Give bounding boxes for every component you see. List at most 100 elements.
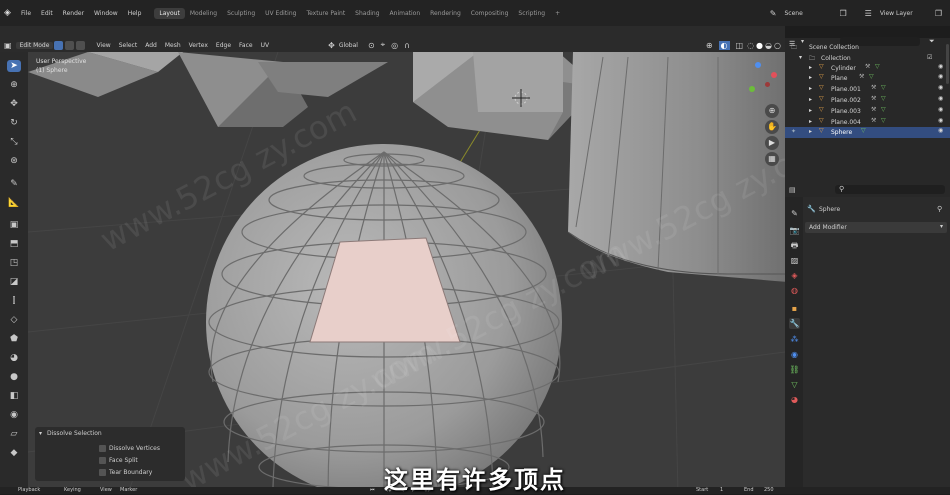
tab-scripting[interactable]: Scripting	[513, 8, 550, 19]
render-tab-icon[interactable]: 📷	[789, 225, 800, 236]
transform-orientation-selector[interactable]: Global	[335, 42, 362, 49]
copy-view-layer-icon[interactable]: ❐	[935, 9, 942, 18]
properties-search-input[interactable]	[835, 185, 945, 194]
menu-render[interactable]: Render	[58, 10, 89, 17]
select-tool-icon[interactable]: ➤	[7, 60, 21, 72]
outliner-row-plane-002[interactable]: ▸ ▽ Plane.002 ⚒ ▽ ◉	[785, 95, 950, 106]
dissolve-vertices-checkbox[interactable]	[99, 445, 106, 452]
tab-sculpting[interactable]: Sculpting	[222, 8, 260, 19]
shrink-fatten-tool-icon[interactable]: ◉	[7, 409, 21, 421]
blender-logo-icon[interactable]: ◈	[4, 8, 16, 18]
tab-animation[interactable]: Animation	[385, 8, 426, 19]
mode-selector[interactable]: Edit Mode	[15, 41, 54, 49]
overlay-toggle-icon[interactable]: ◐	[718, 40, 730, 50]
knife-tool-icon[interactable]: ◇	[7, 314, 21, 326]
copy-scene-icon[interactable]: ❐	[839, 9, 846, 18]
menu-help[interactable]: Help	[123, 10, 147, 17]
edge-select-mode-icon[interactable]	[65, 40, 75, 50]
move-tool-icon[interactable]: ✥	[7, 98, 21, 110]
face-select-mode-icon[interactable]	[76, 40, 86, 50]
menu-edge[interactable]: Edge	[212, 42, 235, 49]
edge-slide-tool-icon[interactable]: ◧	[7, 390, 21, 402]
visibility-eye-icon[interactable]: ◉	[938, 127, 943, 134]
camera-view-icon[interactable]: ▶	[765, 136, 779, 150]
smooth-tool-icon[interactable]: ●	[7, 371, 21, 383]
menu-vertex[interactable]: Vertex	[185, 42, 212, 49]
shear-tool-icon[interactable]: ▱	[7, 428, 21, 440]
outliner-row-plane-001[interactable]: ▸ ▽ Plane.001 ⚒ ▽ ◉	[785, 84, 950, 95]
menu-window[interactable]: Window	[89, 10, 123, 17]
outliner-row-sphere[interactable]: ✦ ▸ ▽ Sphere ▽ ◉	[785, 127, 950, 138]
tab-modeling[interactable]: Modeling	[185, 8, 222, 19]
spin-tool-icon[interactable]: ◕	[7, 352, 21, 364]
add-cube-tool-icon[interactable]: ▣	[7, 219, 21, 231]
visibility-eye-icon[interactable]: ◉	[938, 84, 943, 91]
visibility-eye-icon[interactable]: ◉	[938, 106, 943, 113]
menu-view[interactable]: View	[92, 42, 114, 49]
outliner-scrollbar[interactable]	[946, 44, 949, 84]
editor-type-icon[interactable]: ▣	[4, 41, 12, 50]
shading-material-icon[interactable]: ◒	[765, 41, 772, 50]
menu-file[interactable]: File	[16, 10, 36, 17]
zoom-icon[interactable]: ⊕	[765, 104, 779, 118]
shading-solid-icon[interactable]: ●	[756, 41, 763, 50]
add-workspace-button[interactable]: +	[550, 8, 565, 19]
view-layer-selector[interactable]: View Layer	[875, 10, 935, 17]
tool-tab-icon[interactable]: ✎	[789, 208, 800, 219]
mesh-data-tab-icon[interactable]: ▽	[789, 379, 800, 390]
menu-edit[interactable]: Edit	[36, 10, 58, 17]
view-layer-tab-icon[interactable]: ▨	[789, 255, 800, 266]
tab-layout[interactable]: Layout	[154, 7, 185, 19]
object-tab-icon[interactable]: ▪	[789, 303, 800, 314]
extrude-tool-icon[interactable]: ⬒	[7, 238, 21, 250]
panel-collapse-icon[interactable]: ▾	[39, 430, 42, 437]
shading-wireframe-icon[interactable]: ◌	[747, 41, 754, 50]
rotate-tool-icon[interactable]: ↻	[7, 117, 21, 129]
scene-selector[interactable]: Scene	[779, 10, 839, 17]
snap-icon[interactable]: ⌖	[381, 40, 386, 50]
modifier-tab-icon[interactable]: 🔧	[789, 318, 800, 329]
y-axis-icon[interactable]	[749, 86, 755, 92]
ortho-toggle-icon[interactable]: ▦	[765, 152, 779, 166]
poly-build-tool-icon[interactable]: ⬟	[7, 333, 21, 345]
x-axis-icon[interactable]	[771, 72, 777, 78]
particles-tab-icon[interactable]: ⁂	[789, 334, 800, 345]
pan-hand-icon[interactable]: ✋	[765, 120, 779, 134]
menu-uv[interactable]: UV	[257, 42, 274, 49]
pin-icon[interactable]: ⚲	[937, 205, 942, 213]
visibility-eye-icon[interactable]: ◉	[938, 63, 943, 70]
physics-tab-icon[interactable]: ◉	[789, 349, 800, 360]
navigation-gizmo[interactable]	[743, 58, 783, 98]
tab-texture-paint[interactable]: Texture Paint	[301, 8, 350, 19]
tab-uv-editing[interactable]: UV Editing	[260, 8, 301, 19]
scene-tab-icon[interactable]: ◈	[789, 270, 800, 281]
tab-shading[interactable]: Shading	[350, 8, 384, 19]
menu-face[interactable]: Face	[235, 42, 257, 49]
transform-tool-icon[interactable]: ⊛	[7, 155, 21, 167]
tab-rendering[interactable]: Rendering	[425, 8, 466, 19]
output-tab-icon[interactable]: 🖶	[789, 240, 800, 251]
menu-select[interactable]: Select	[115, 42, 142, 49]
z-axis-icon[interactable]	[755, 62, 761, 68]
scale-tool-icon[interactable]: ⤡	[7, 136, 21, 148]
inset-tool-icon[interactable]: ◳	[7, 257, 21, 269]
tab-compositing[interactable]: Compositing	[466, 8, 514, 19]
world-tab-icon[interactable]: ◍	[789, 285, 800, 296]
menu-mesh[interactable]: Mesh	[161, 42, 185, 49]
gizmo-toggle-icon[interactable]: ⊕	[706, 41, 713, 50]
loop-cut-tool-icon[interactable]: ⫿	[7, 295, 21, 307]
annotate-tool-icon[interactable]: ✎	[7, 178, 21, 190]
neg-x-axis-icon[interactable]	[765, 82, 770, 87]
falloff-icon[interactable]: ∩	[404, 41, 410, 50]
rip-region-tool-icon[interactable]: ◆	[7, 447, 21, 459]
shading-rendered-icon[interactable]: ○	[774, 41, 781, 50]
pivot-point-icon[interactable]: ⊙	[368, 41, 375, 50]
cursor-tool-icon[interactable]: ⊕	[7, 79, 21, 91]
add-modifier-button[interactable]: Add Modifier ▾	[805, 222, 947, 233]
bevel-tool-icon[interactable]: ◪	[7, 276, 21, 288]
xray-toggle-icon[interactable]: ◫	[736, 41, 744, 50]
constraints-tab-icon[interactable]: ⛓	[789, 364, 800, 375]
material-tab-icon[interactable]: ◕	[789, 394, 800, 405]
visibility-eye-icon[interactable]: ◉	[938, 117, 943, 124]
vertex-select-mode-icon[interactable]	[54, 40, 64, 50]
